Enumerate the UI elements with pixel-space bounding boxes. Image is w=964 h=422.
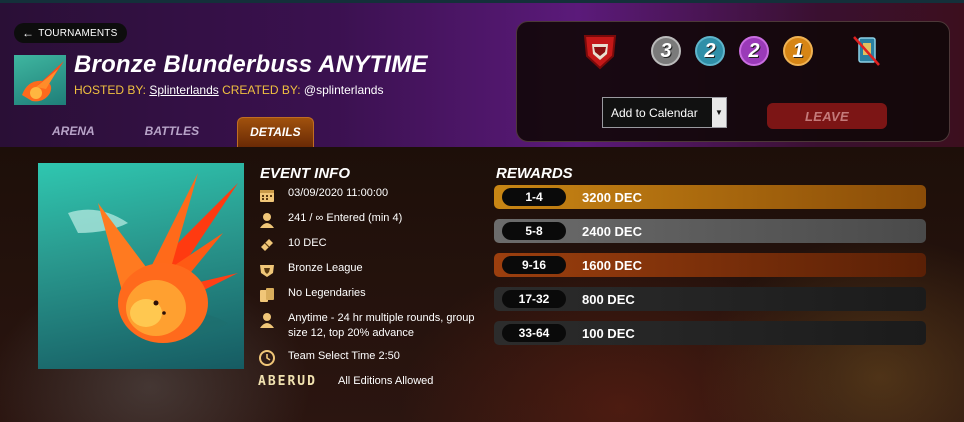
reward-amount: 800 DEC (582, 291, 635, 307)
rules-badges: 3 2 2 1 (583, 32, 881, 70)
no-legendary-icon (851, 34, 881, 68)
rare-limit-badge: 2 (695, 36, 725, 66)
rewards-list: 1-4 3200 DEC 5-8 2400 DEC 9-16 1600 DEC … (494, 185, 926, 355)
tournament-image (38, 163, 244, 369)
info-legendaries: No Legendaries (258, 286, 478, 303)
info-legendaries-text: No Legendaries (288, 287, 366, 299)
common-limit-badge: 3 (651, 36, 681, 66)
info-format: Anytime - 24 hr multiple rounds, group s… (258, 311, 478, 341)
info-entries: 241 / ∞ Entered (min 4) (258, 211, 478, 228)
info-editions-text: All Editions Allowed (338, 375, 434, 387)
back-to-tournaments-button[interactable]: ← TOURNAMENTS (14, 23, 128, 43)
tab-battles[interactable]: BATTLES (133, 117, 211, 147)
cards-icon (258, 286, 276, 303)
reward-rank: 1-4 (502, 188, 566, 206)
tournament-tabs: ARENA BATTLES DETAILS (40, 117, 340, 147)
tournament-thumbnail (14, 55, 66, 105)
reward-rank: 33-64 (502, 324, 566, 342)
info-league: Bronze League (258, 261, 478, 278)
info-league-text: Bronze League (288, 262, 363, 274)
clock-icon (258, 349, 276, 366)
tournament-rules-panel: 3 2 2 1 Add to Calendar ▼ LEAVE (516, 21, 950, 142)
leave-button[interactable]: LEAVE (767, 103, 887, 129)
tab-arena[interactable]: ARENA (40, 117, 107, 147)
event-info-title: EVENT INFO (260, 165, 351, 182)
rewards-title: REWARDS (496, 165, 573, 182)
host-link[interactable]: Splinterlands (149, 83, 218, 97)
hosted-by-label: HOSTED BY: (74, 83, 147, 97)
league-icon (258, 261, 276, 278)
reward-amount: 3200 DEC (582, 189, 642, 205)
info-entry-fee: 10 DEC (258, 236, 478, 253)
hosted-created-line: HOSTED BY: Splinterlands CREATED BY: @sp… (74, 83, 383, 97)
reward-rank: 9-16 (502, 256, 566, 274)
info-team-select-time-text: Team Select Time 2:50 (288, 350, 400, 362)
tournament-header: ← TOURNAMENTS Bronze Blunderbuss ANYTIME… (0, 0, 964, 147)
info-entries-text: 241 / ∞ Entered (min 4) (288, 212, 403, 224)
reward-row: 9-16 1600 DEC (494, 253, 926, 277)
creator-name: @splinterlands (303, 83, 384, 97)
arrow-left-icon: ← (22, 26, 35, 40)
person-icon (258, 211, 276, 228)
add-to-calendar-select[interactable]: Add to Calendar ▼ (602, 97, 727, 128)
chevron-down-icon: ▼ (712, 98, 726, 127)
reward-amount: 1600 DEC (582, 257, 642, 273)
info-date: 03/09/2020 11:00:00 (258, 186, 478, 203)
reward-rank: 5-8 (502, 222, 566, 240)
reward-row: 17-32 800 DEC (494, 287, 926, 311)
info-format-text: Anytime - 24 hr multiple rounds, group s… (288, 312, 475, 339)
reward-amount: 2400 DEC (582, 223, 642, 239)
ticket-icon (258, 236, 276, 253)
tournament-title: Bronze Blunderbuss ANYTIME (74, 51, 428, 78)
person-icon (258, 311, 276, 328)
calendar-icon (258, 186, 276, 203)
created-by-label: CREATED BY: (222, 83, 301, 97)
epic-limit-badge: 2 (739, 36, 769, 66)
info-entry-fee-text: 10 DEC (288, 237, 327, 249)
reward-rank: 17-32 (502, 290, 566, 308)
editions-logo: ABERUD (258, 374, 317, 389)
reward-amount: 100 DEC (582, 325, 635, 341)
reward-row: 1-4 3200 DEC (494, 185, 926, 209)
legendary-limit-badge: 1 (783, 36, 813, 66)
league-shield-icon (583, 32, 617, 70)
calendar-select-value: Add to Calendar (611, 105, 698, 120)
reward-row: 5-8 2400 DEC (494, 219, 926, 243)
tab-details[interactable]: DETAILS (237, 117, 314, 147)
back-button-label: TOURNAMENTS (38, 27, 118, 39)
info-team-select-time: Team Select Time 2:50 (258, 349, 478, 366)
info-editions: ABERUD All Editions Allowed (258, 374, 478, 389)
info-date-text: 03/09/2020 11:00:00 (288, 187, 389, 199)
reward-row: 33-64 100 DEC (494, 321, 926, 345)
event-info-list: 03/09/2020 11:00:00 241 / ∞ Entered (min… (258, 186, 478, 397)
